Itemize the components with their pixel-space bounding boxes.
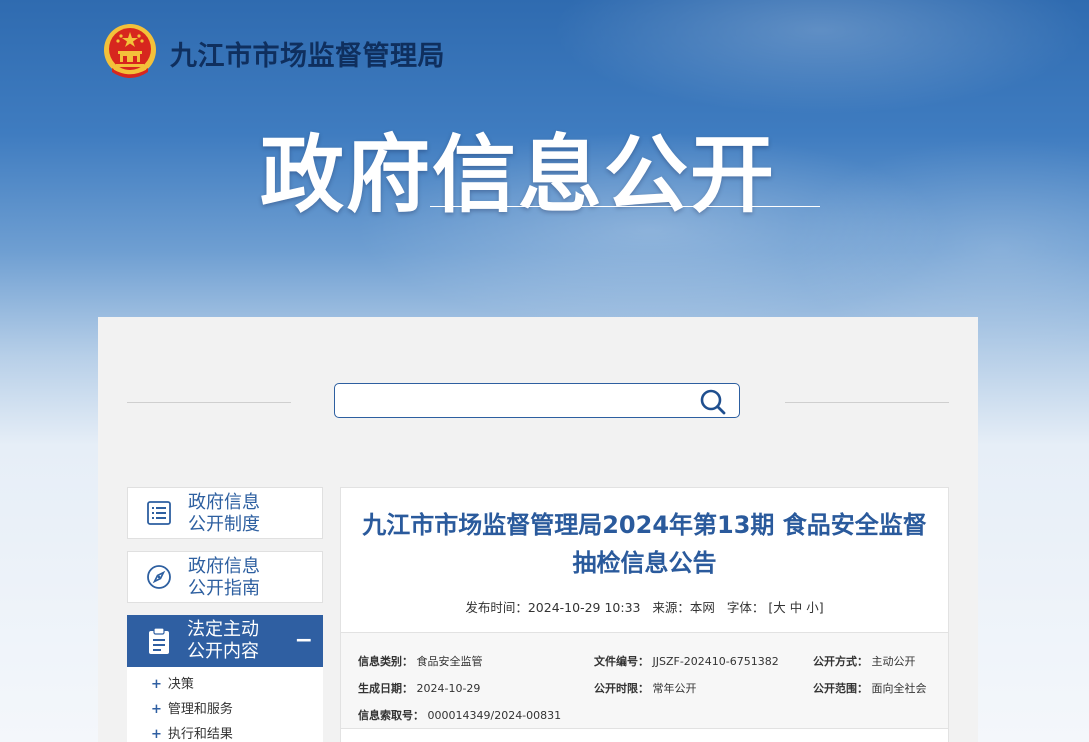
divider-left xyxy=(127,402,291,403)
hero-title: 政府信息公开 xyxy=(260,126,777,224)
search-box xyxy=(334,383,740,418)
search-icon[interactable] xyxy=(699,388,727,416)
info-period: 公开时限： 常年公开 xyxy=(594,682,697,695)
info-file-no: 文件编号： JJSZF-202410-6751382 xyxy=(594,655,779,668)
submenu-item-decision[interactable]: + 决策 xyxy=(151,673,194,692)
font-size-large[interactable]: 大 xyxy=(773,600,786,615)
info-date: 生成日期： 2024-10-29 xyxy=(358,682,481,695)
font-size-medium[interactable]: 中 xyxy=(790,600,803,615)
source: 本网 xyxy=(689,600,715,615)
plus-icon: + xyxy=(151,677,162,692)
sidebar-item-active-disclosure[interactable]: 法定主动 公开内容 − xyxy=(127,615,323,667)
sidebar-item-label: 政府信息 公开指南 xyxy=(188,556,260,599)
article-title: 九江市市场监督管理局2024年第13期 食品安全监督 抽检信息公告 xyxy=(362,511,927,577)
sidebar-submenu: + 决策 + 管理和服务 + 执行和结果 xyxy=(127,667,323,742)
sidebar-item-label: 政府信息 公开制度 xyxy=(188,492,260,535)
submenu-item-management[interactable]: + 管理和服务 xyxy=(151,698,233,717)
national-emblem-icon xyxy=(104,24,156,78)
divider-right xyxy=(785,402,949,403)
font-size-small[interactable]: 小 xyxy=(806,600,819,615)
clipboard-icon xyxy=(149,627,169,654)
collapse-icon[interactable]: − xyxy=(295,630,313,652)
article-panel: 九江市市场监督管理局2024年第13期 食品安全监督 抽检信息公告 发布时间：2… xyxy=(340,487,949,742)
publish-time: 2024-10-29 10:33 xyxy=(527,600,641,615)
submenu-item-results[interactable]: + 执行和结果 xyxy=(151,723,233,742)
info-table: 信息类别： 食品安全监管 文件编号： JJSZF-202410-6751382 … xyxy=(341,633,948,728)
org-name: 九江市市场监督管理局 xyxy=(170,41,445,72)
search-input[interactable] xyxy=(343,388,687,415)
plus-icon: + xyxy=(151,727,162,742)
divider xyxy=(341,728,948,729)
info-category: 信息类别： 食品安全监管 xyxy=(358,655,483,668)
sidebar-item-label: 法定主动 公开内容 xyxy=(187,619,259,662)
sidebar-item-disclosure-guide[interactable]: 政府信息 公开指南 xyxy=(127,551,323,603)
sidebar-item-disclosure-system[interactable]: 政府信息 公开制度 xyxy=(127,487,323,539)
info-method: 公开方式： 主动公开 xyxy=(813,655,916,668)
info-scope: 公开范围： 面向全社会 xyxy=(813,682,927,695)
compass-icon xyxy=(147,565,171,589)
hero-underline xyxy=(430,206,820,207)
document-list-icon xyxy=(147,501,171,525)
info-index: 信息索取号： 000014349/2024-00831 xyxy=(358,709,562,722)
plus-icon: + xyxy=(151,702,162,717)
article-meta: 发布时间：2024-10-29 10:33 来源：本网 字体： [大 中 小] xyxy=(465,600,824,615)
